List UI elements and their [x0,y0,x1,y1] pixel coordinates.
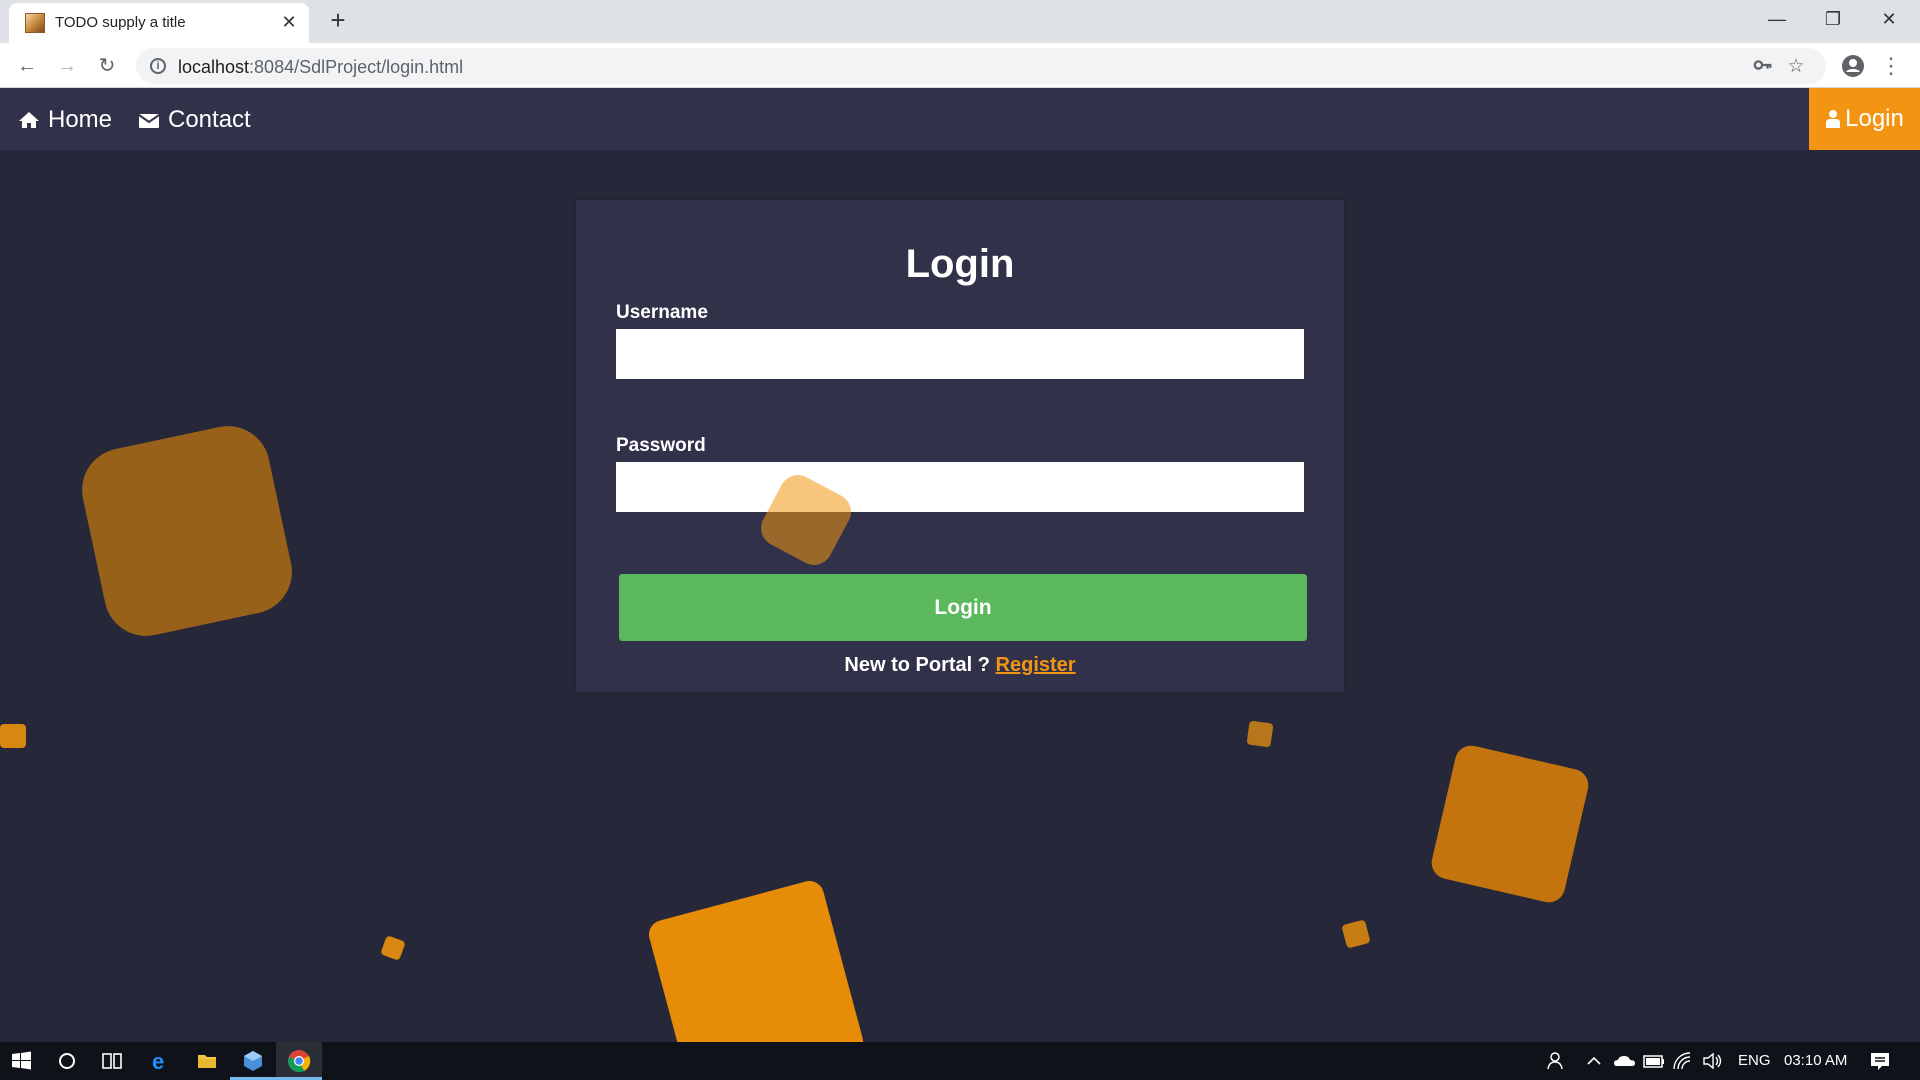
chrome-icon [288,1050,311,1073]
os-taskbar: e ENG 03:10 AM [0,1042,1920,1080]
browser-menu-icon[interactable]: ⋮ [1878,51,1904,81]
reload-icon[interactable]: ↻ [92,51,122,81]
nav-home-link[interactable]: Home [18,105,112,135]
svg-text:e: e [152,1049,164,1074]
chrome-taskbar-button[interactable] [276,1042,322,1080]
site-navbar: Home Contact Login [0,88,1920,150]
decor-square [1246,720,1274,748]
decor-square [1428,742,1592,906]
decor-square [380,935,406,961]
wifi-icon[interactable] [1670,1047,1698,1075]
decor-square [1341,919,1371,949]
file-explorer-icon[interactable] [193,1047,221,1075]
username-label: Username [616,302,708,323]
tab-title: TODO supply a title [55,14,186,31]
password-label: Password [616,435,706,456]
register-link[interactable]: Register [996,654,1076,676]
input-language-indicator[interactable]: ENG [1738,1052,1771,1069]
forward-arrow-icon[interactable]: → [52,51,82,81]
new-tab-button[interactable]: + [325,7,351,34]
app-pinned-cube[interactable] [230,1042,276,1080]
nav-login-button[interactable]: Login [1809,88,1920,150]
decor-square [0,724,26,748]
url-host: localhost [178,57,250,77]
edge-browser-icon[interactable]: e [146,1047,174,1075]
browser-tab-strip: TODO supply a title ✕ + — ❐ ✕ [0,0,1920,43]
register-prompt-text: New to Portal ? [844,654,996,676]
nav-login-label: Login [1845,105,1904,132]
bookmark-star-icon[interactable]: ☆ [1783,54,1809,80]
restore-window-button[interactable]: ❐ [1818,6,1848,32]
home-icon [19,112,39,128]
nav-contact-label: Contact [168,106,251,133]
tab-close-icon[interactable]: ✕ [279,12,299,32]
address-bar[interactable]: i localhost:8084/SdlProject/login.html ☆ [136,48,1826,84]
people-icon[interactable] [1543,1047,1571,1075]
search-circle-icon[interactable] [53,1047,81,1075]
site-info-icon[interactable]: i [150,58,166,74]
login-card: Login Username Password Login New to Por… [576,200,1344,692]
username-input[interactable] [616,329,1304,379]
close-window-button[interactable]: ✕ [1874,6,1904,32]
nav-contact-link[interactable]: Contact [138,105,251,135]
decor-square [74,418,300,644]
profile-avatar-icon[interactable] [1838,51,1868,81]
password-input[interactable] [616,462,1304,512]
back-arrow-icon[interactable]: ← [12,51,42,81]
login-submit-button[interactable]: Login [619,574,1307,641]
login-title: Login [905,242,1015,286]
decor-square [645,877,867,1042]
windows-start-icon[interactable] [8,1047,36,1075]
action-center-icon[interactable] [1866,1047,1894,1075]
system-clock[interactable]: 03:10 AM [1784,1052,1847,1069]
browser-toolbar: ← → ↻ i localhost:8084/SdlProject/login.… [0,43,1920,88]
app-cube-icon [244,1051,262,1071]
onedrive-cloud-icon[interactable] [1611,1047,1639,1075]
volume-icon[interactable] [1699,1047,1727,1075]
envelope-icon [138,114,160,128]
nav-home-label: Home [48,106,113,133]
page-favicon-icon [25,13,45,33]
key-icon[interactable] [1750,54,1776,80]
task-view-icon[interactable] [98,1047,126,1075]
user-icon [1826,110,1841,128]
minimize-window-button[interactable]: — [1762,6,1792,32]
url-text[interactable]: localhost:8084/SdlProject/login.html [178,57,463,78]
page-viewport: Home Contact Login Login Username Passwo… [0,88,1920,1042]
tray-chevron-up-icon[interactable] [1580,1047,1608,1075]
battery-icon[interactable] [1640,1047,1668,1075]
browser-tab[interactable]: TODO supply a title ✕ [9,3,309,43]
register-prompt: New to Portal ? Register [576,654,1344,677]
url-path: :8084/SdlProject/login.html [249,57,464,77]
